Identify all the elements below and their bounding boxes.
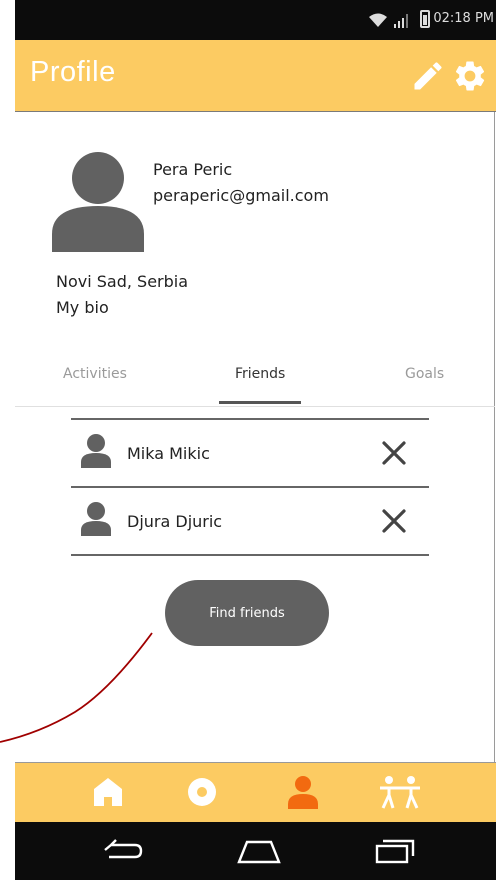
find-friends-button[interactable]: Find friends [165,580,329,646]
user-location: Novi Sad, Serbia [56,272,189,291]
system-nav-bar [15,822,496,880]
friend-name: Djura Djuric [127,512,223,531]
user-icon [81,434,111,468]
status-time: 02:18 PM [433,11,494,26]
close-icon[interactable] [381,508,407,534]
status-bar: 02:18 PM [15,0,496,40]
wifi-icon [369,13,387,27]
page-title: Profile [30,56,116,88]
signal-icon [394,14,408,28]
edit-icon[interactable] [410,58,446,94]
settings-icon[interactable] [452,58,488,94]
bottom-nav [15,762,496,822]
tab-friends[interactable]: Friends [235,366,285,382]
profile-icon[interactable] [286,775,320,809]
friend-name: Mika Mikic [127,444,210,463]
avatar-icon [52,152,144,252]
user-name: Pera Peric [153,160,233,179]
tab-activities[interactable]: Activities [63,366,127,382]
battery-icon [420,10,430,28]
friends-list: Mika Mikic Djura Djuric [71,418,429,556]
app-bar: Profile [15,40,496,112]
list-item[interactable]: Djura Djuric [71,486,429,556]
recent-apps-icon[interactable] [371,836,419,866]
user-bio: My bio [56,298,109,317]
active-tab-indicator [219,401,301,404]
phone-screen: 02:18 PM Profile Pera Peric peraperic@gm… [15,0,496,880]
activity-icon[interactable] [185,775,219,809]
close-icon[interactable] [381,440,407,466]
profile-tabs: Activities Friends Goals [15,352,495,407]
back-icon[interactable] [99,836,147,866]
home-button-icon[interactable] [235,836,283,866]
friends-icon[interactable] [378,775,422,809]
user-email: peraperic@gmail.com [153,186,329,205]
home-icon[interactable] [91,775,125,809]
profile-content: Pera Peric peraperic@gmail.com Novi Sad,… [15,112,495,762]
user-icon [81,502,111,536]
list-item[interactable]: Mika Mikic [71,418,429,486]
tab-goals[interactable]: Goals [405,366,444,382]
